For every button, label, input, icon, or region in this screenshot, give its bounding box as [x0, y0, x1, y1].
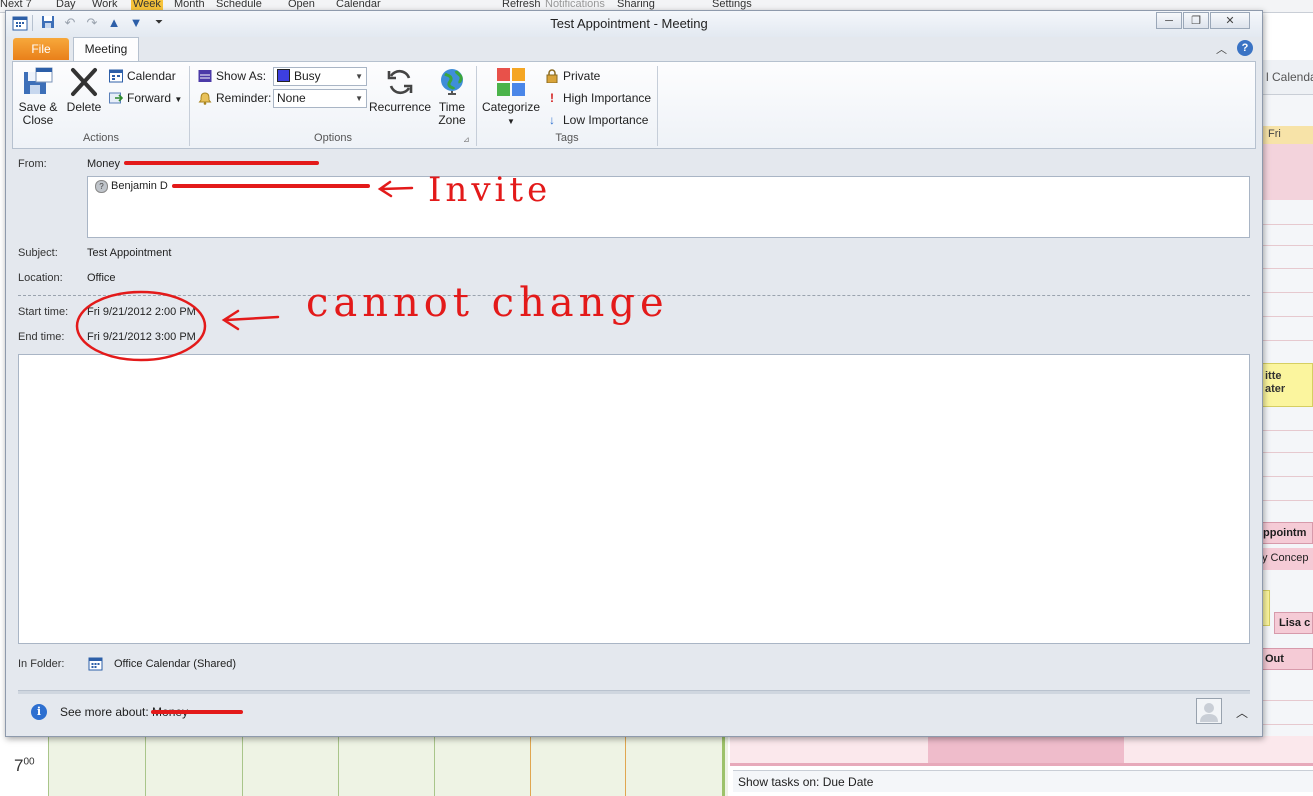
invite-arrow: [377, 180, 414, 198]
time-circle: [75, 290, 207, 362]
annotation-overlay: [75, 180, 414, 362]
invite-annotation: Invite: [428, 170, 552, 210]
cannot-change-annotation: cannot change: [306, 280, 669, 326]
cannot-change-arrow: [221, 309, 280, 331]
